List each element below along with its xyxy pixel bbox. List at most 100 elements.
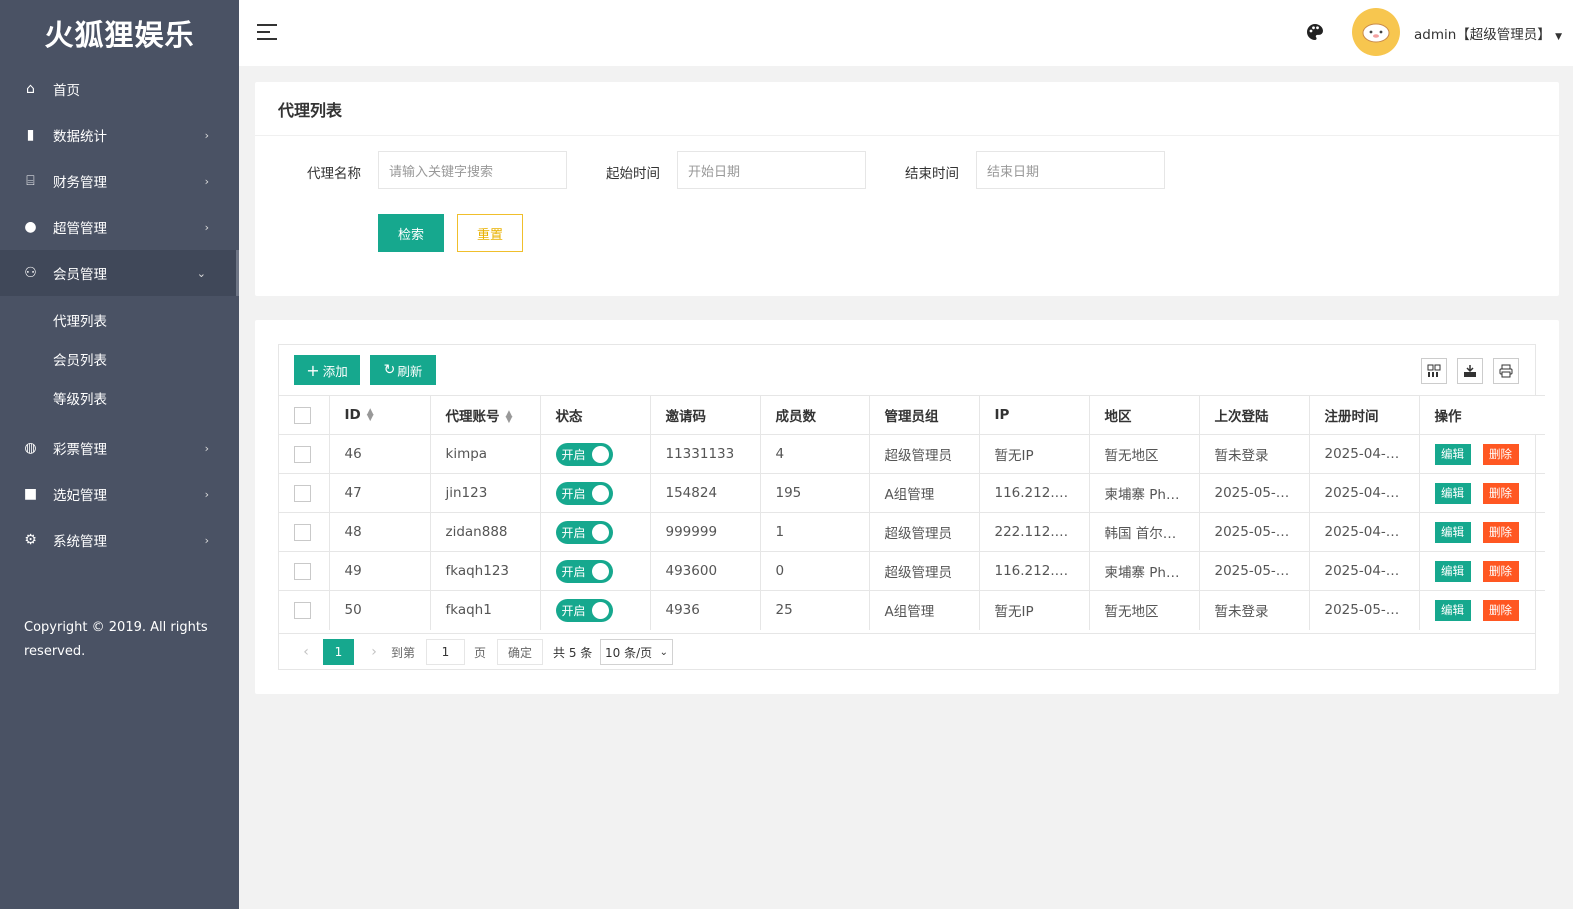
status-toggle[interactable]: 开启 xyxy=(555,520,613,544)
row-checkbox[interactable] xyxy=(294,601,311,619)
bar-chart-icon: ▮ xyxy=(26,127,35,143)
chevron-right-icon: › xyxy=(204,220,209,234)
cell-region: 暂无地区 xyxy=(1089,434,1200,474)
chevron-right-icon: › xyxy=(204,128,209,142)
start-time-label: 起始时间 xyxy=(606,166,660,182)
delete-button[interactable]: 删除 xyxy=(1482,521,1519,543)
cell-reg-time: 2025-05-0… xyxy=(1309,590,1420,630)
cell-group: 超级管理员 xyxy=(869,551,980,591)
next-page-icon[interactable]: › xyxy=(359,639,389,665)
cell-status: 开启 xyxy=(540,590,651,630)
cell-ip: 116.212.1… xyxy=(979,473,1090,513)
cell-status: 开启 xyxy=(540,473,651,513)
column-header-label: 邀请码 xyxy=(665,409,707,425)
table-panel: + 添加 ↻ 刷新 ID ▲ ▼ 代理账号 ▲ ▼ 状态 邀请码 成员数 管理员组 IP 地区 上次登陆 注册… xyxy=(255,320,1559,694)
table-row: 50 fkaqh1 开启 4936 25 A组管理 暂无IP 暂无地区 暂未登录 2025-05-… xyxy=(279,590,1545,630)
cell-last-login: 暂未登录 xyxy=(1199,434,1310,474)
status-toggle[interactable]: 开启 xyxy=(555,598,613,622)
sidebar-item-3[interactable]: ● 超管管理 › xyxy=(0,204,239,250)
edit-button[interactable]: 编辑 xyxy=(1434,482,1471,504)
column-header-label: 成员数 xyxy=(775,409,817,425)
cell-group: 超级管理员 xyxy=(869,434,980,474)
refresh-button[interactable]: ↻ 刷新 xyxy=(370,355,436,385)
sidebar-item-b2[interactable]: ⚙ 系统管理 › xyxy=(0,517,239,563)
goto-page-input[interactable]: 1 xyxy=(426,639,465,665)
sidebar-item-label: 超管管理 xyxy=(53,221,107,237)
menu-toggle-icon[interactable] xyxy=(257,24,277,40)
add-label: 添加 xyxy=(322,363,348,379)
submenu-item[interactable]: 会员列表 xyxy=(0,339,239,378)
status-toggle[interactable]: 开启 xyxy=(555,442,613,466)
page-current[interactable]: 1 xyxy=(323,639,354,665)
cell-actions: 编辑 删除 xyxy=(1419,590,1545,630)
sidebar-item-b1[interactable]: ■ 选妃管理 › xyxy=(0,471,239,517)
column-header: 操作 xyxy=(1419,395,1545,435)
delete-button[interactable]: 删除 xyxy=(1482,443,1519,465)
cell-id: 46 xyxy=(329,434,431,474)
data-table: + 添加 ↻ 刷新 ID ▲ ▼ 代理账号 ▲ ▼ 状态 邀请码 成员数 管理员组 IP 地区 上次登陆 注册… xyxy=(278,344,1545,670)
end-date-input[interactable]: 结束日期 xyxy=(976,151,1165,189)
edit-button[interactable]: 编辑 xyxy=(1434,521,1471,543)
toggle-knob xyxy=(591,523,609,541)
sort-icon[interactable]: ▲ ▼ xyxy=(506,410,513,425)
page-title: 代理列表 xyxy=(255,82,1559,136)
cell-members: 25 xyxy=(760,590,870,630)
cell-invite: 999999 xyxy=(650,512,761,552)
cell-members: 1 xyxy=(760,512,870,552)
theme-palette-icon[interactable] xyxy=(1305,22,1325,42)
sidebar-item-label: 首页 xyxy=(53,83,80,99)
cell-region: 暂无地区 xyxy=(1089,590,1200,630)
column-header[interactable]: ID ▲ ▼ xyxy=(329,395,431,435)
print-icon[interactable] xyxy=(1493,358,1519,384)
table-row: 46 kimpa 开启 11331133 4 超级管理员 暂无IP 暂无地区 暂未登录 2025-… xyxy=(279,434,1545,474)
sidebar-item-0[interactable]: ⌂ 首页 xyxy=(0,66,239,112)
start-date-input[interactable]: 开始日期 xyxy=(677,151,866,189)
reset-button[interactable]: 重置 xyxy=(457,214,523,252)
cell-invite: 154824 xyxy=(650,473,761,513)
edit-button[interactable]: 编辑 xyxy=(1434,560,1471,582)
page-size-value: 10 条/页 xyxy=(605,645,653,660)
search-button[interactable]: 检索 xyxy=(378,214,444,252)
delete-button[interactable]: 删除 xyxy=(1482,482,1519,504)
add-button[interactable]: + 添加 xyxy=(294,355,360,385)
columns-filter-icon[interactable] xyxy=(1421,358,1447,384)
sidebar-item-1[interactable]: ▮ 数据统计 › xyxy=(0,112,239,158)
submenu-item[interactable]: 等级列表 xyxy=(0,378,239,417)
cell-account: fkaqh1 xyxy=(430,590,541,630)
sort-icon[interactable]: ▲ ▼ xyxy=(367,408,374,423)
column-header: 管理员组 xyxy=(869,395,980,435)
row-checkbox[interactable] xyxy=(294,484,311,502)
toggle-knob xyxy=(591,601,609,619)
sidebar-item-b0[interactable]: ◍ 彩票管理 › xyxy=(0,425,239,471)
submenu-item[interactable]: 代理列表 xyxy=(0,300,239,339)
page-size-select[interactable]: 10 条/页 ⌄ xyxy=(600,639,673,665)
user-menu[interactable]: admin【超级管理员】 ▼ xyxy=(1414,23,1562,43)
column-header[interactable]: 代理账号 ▲ ▼ xyxy=(430,395,541,435)
table-header-row: ID ▲ ▼ 代理账号 ▲ ▼ 状态 邀请码 成员数 管理员组 IP 地区 上次登陆 注册时间 操作 xyxy=(279,395,1545,435)
agent-name-input[interactable]: 请输入关键字搜索 xyxy=(378,151,567,189)
delete-button[interactable]: 删除 xyxy=(1482,599,1519,621)
cell-last-login: 2025-05-0… xyxy=(1199,512,1310,552)
cell-group: A组管理 xyxy=(869,473,980,513)
table-row: 47 jin123 开启 154824 195 A组管理 116.212.1… 柬埔寨 Ph…… xyxy=(279,473,1545,513)
prev-page-icon[interactable]: ‹ xyxy=(291,639,321,665)
avatar[interactable] xyxy=(1352,8,1400,56)
edit-button[interactable]: 编辑 xyxy=(1434,443,1471,465)
sidebar-item-2[interactable]: ⌸ 财务管理 › xyxy=(0,158,239,204)
cell-ip: 116.212.1… xyxy=(979,551,1090,591)
export-icon[interactable] xyxy=(1457,358,1483,384)
edit-button[interactable]: 编辑 xyxy=(1434,599,1471,621)
sidebar-item-4[interactable]: ⚇ 会员管理 ⌄ xyxy=(0,250,239,296)
status-toggle[interactable]: 开启 xyxy=(555,481,613,505)
row-checkbox[interactable] xyxy=(294,523,311,541)
select-all-checkbox[interactable] xyxy=(294,406,311,424)
row-checkbox[interactable] xyxy=(294,445,311,463)
row-checkbox[interactable] xyxy=(294,562,311,580)
end-time-label: 结束时间 xyxy=(905,166,959,182)
submenu-member: 代理列表 会员列表 等级列表 xyxy=(0,296,239,425)
cell-group: 超级管理员 xyxy=(869,512,980,552)
goto-confirm-button[interactable]: 确定 xyxy=(497,639,543,665)
delete-button[interactable]: 删除 xyxy=(1482,560,1519,582)
column-header-label: IP xyxy=(994,407,1010,423)
status-toggle[interactable]: 开启 xyxy=(555,559,613,583)
